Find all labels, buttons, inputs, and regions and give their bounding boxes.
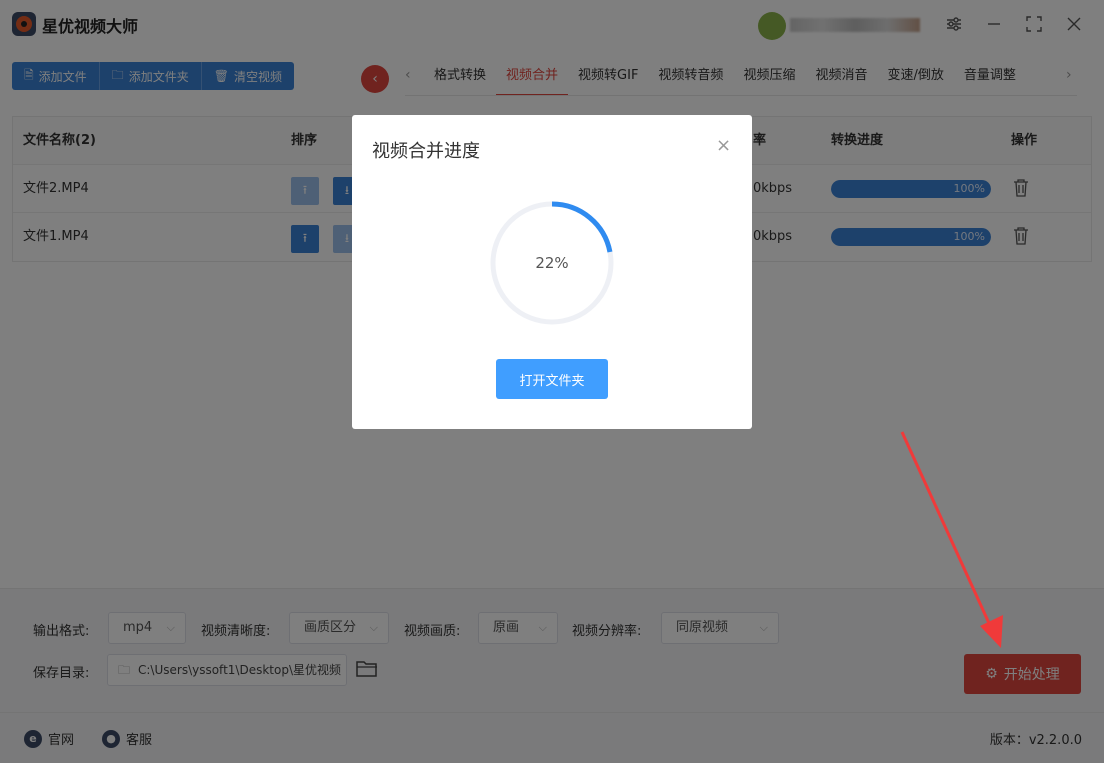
progress-percent: 22% <box>535 254 569 272</box>
merge-progress-dialog: 视频合并进度 × 22% 打开文件夹 <box>352 115 752 429</box>
open-folder-button[interactable]: 打开文件夹 <box>496 359 608 399</box>
dialog-title: 视频合并进度 <box>372 141 480 162</box>
dialog-close-icon[interactable]: × <box>716 135 731 156</box>
